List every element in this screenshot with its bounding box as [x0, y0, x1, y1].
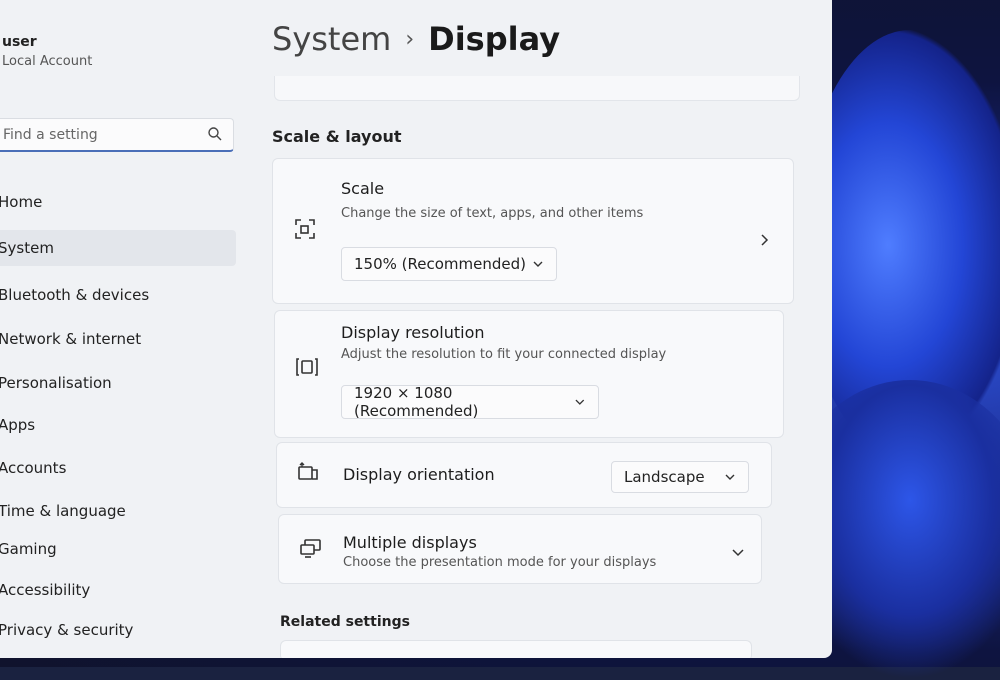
sidebar-item-time-language[interactable]: Time & language: [0, 493, 236, 529]
scale-subtitle: Change the size of text, apps, and other…: [341, 206, 644, 221]
sidebar-item-label: Accessibility: [0, 581, 91, 599]
resolution-title: Display resolution: [341, 323, 485, 342]
settings-window: user Local Account Find a setting Home S…: [0, 0, 832, 658]
user-name: user: [2, 34, 37, 50]
sidebar-item-personalisation[interactable]: Personalisation: [0, 365, 236, 401]
search-icon[interactable]: [207, 126, 223, 142]
scale-value: 150% (Recommended): [354, 255, 526, 273]
scale-dropdown[interactable]: 150% (Recommended): [341, 247, 557, 281]
sidebar-item-label: Accounts: [0, 459, 67, 477]
sidebar-item-label: Network & internet: [0, 330, 142, 348]
multiple-displays-subtitle: Choose the presentation mode for your di…: [343, 555, 657, 570]
display-resolution-card: Display resolution Adjust the resolution…: [274, 310, 784, 438]
sidebar-item-label: Home: [0, 193, 43, 211]
sidebar-item-label: System: [0, 239, 54, 257]
related-settings-card[interactable]: [280, 640, 752, 658]
resolution-icon: [296, 358, 318, 376]
sidebar-item-accounts[interactable]: Accounts: [0, 450, 236, 486]
chevron-down-icon: [533, 261, 543, 267]
sidebar-item-label: Privacy & security: [0, 621, 134, 639]
chevron-down-icon: [725, 474, 735, 480]
display-orientation-card: Display orientation Landscape: [276, 442, 772, 508]
scale-icon: [295, 219, 315, 239]
chevron-down-icon: [575, 399, 585, 405]
sidebar-item-accessibility[interactable]: Accessibility: [0, 572, 236, 608]
sidebar-item-network-internet[interactable]: Network & internet: [0, 321, 236, 357]
page-title: Display: [428, 20, 561, 58]
sidebar-item-privacy-security[interactable]: Privacy & security: [0, 612, 236, 648]
sidebar-item-gaming[interactable]: Gaming: [0, 531, 236, 567]
main-content: System › Display Scale & layout Scale Ch…: [262, 0, 832, 658]
chevron-down-icon[interactable]: [731, 545, 745, 559]
resolution-dropdown[interactable]: 1920 × 1080 (Recommended): [341, 384, 599, 420]
chevron-right-icon[interactable]: [757, 233, 771, 247]
orientation-icon: [298, 462, 318, 480]
related-settings-heading: Related settings: [280, 614, 410, 630]
sidebar-item-label: Gaming: [0, 540, 57, 558]
sidebar-item-apps[interactable]: Apps: [0, 407, 236, 443]
orientation-value: Landscape: [624, 468, 705, 486]
multiple-displays-card[interactable]: Multiple displays Choose the presentatio…: [278, 514, 762, 584]
resolution-value: 1920 × 1080 (Recommended): [354, 384, 479, 420]
search-box[interactable]: Find a setting: [0, 118, 234, 152]
resolution-subtitle: Adjust the resolution to fit your connec…: [341, 347, 667, 362]
orientation-dropdown[interactable]: Landscape: [611, 461, 749, 493]
sidebar-item-label: Time & language: [0, 502, 126, 520]
breadcrumb-parent[interactable]: System: [272, 20, 391, 58]
breadcrumb-separator: ›: [405, 26, 415, 52]
multiple-displays-title: Multiple displays: [343, 533, 477, 552]
sidebar-item-home[interactable]: Home: [0, 184, 236, 220]
scale-title: Scale: [341, 179, 385, 198]
sidebar-item-system[interactable]: System: [0, 230, 236, 266]
search-input[interactable]: Find a setting: [3, 127, 98, 143]
sidebar-item-label: Apps: [0, 416, 36, 434]
scale-card[interactable]: Scale Change the size of text, apps, and…: [272, 158, 794, 304]
multiple-displays-icon: [300, 539, 321, 558]
user-account-type: Local Account: [2, 54, 93, 69]
previous-card-edge: [274, 76, 800, 101]
orientation-title: Display orientation: [343, 465, 495, 484]
sidebar: user Local Account Find a setting Home S…: [0, 0, 250, 658]
breadcrumb: System › Display: [272, 20, 560, 58]
sidebar-item-bluetooth-devices[interactable]: Bluetooth & devices: [0, 277, 236, 313]
sidebar-item-label: Personalisation: [0, 374, 112, 392]
section-title: Scale & layout: [272, 127, 402, 146]
sidebar-item-label: Bluetooth & devices: [0, 286, 150, 304]
